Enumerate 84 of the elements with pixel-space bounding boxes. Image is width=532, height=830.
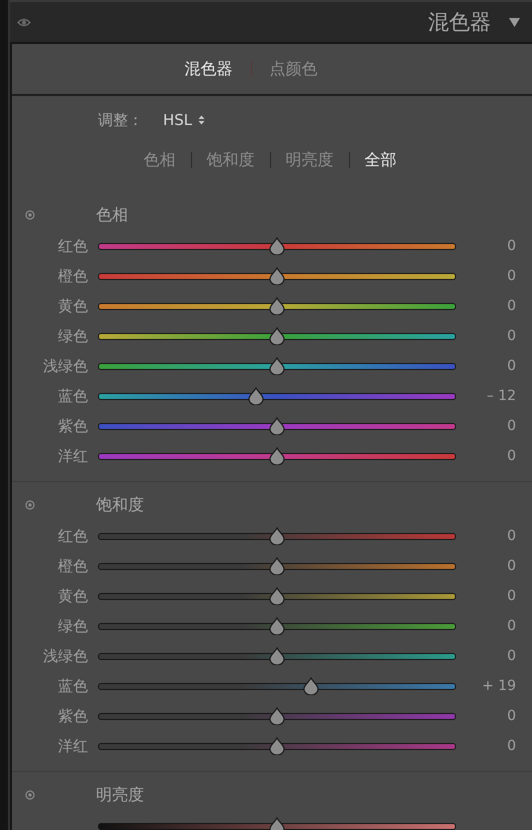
slider-thumb[interactable] [269,817,285,830]
slider-track[interactable] [98,362,456,370]
slider-value: 0 [507,448,516,464]
slider-value: 0 [507,268,516,284]
slider-value: – 12 [486,388,516,404]
slider-thumb[interactable] [269,647,285,665]
slider-thumb[interactable] [269,527,285,545]
slider-thumb[interactable] [269,417,285,435]
adjust-label: 调整： [98,110,143,130]
slider-track[interactable] [98,392,456,400]
slider-track[interactable] [98,422,456,430]
slider-thumb[interactable] [269,707,285,725]
slider-label: 黄色 [58,296,88,314]
slider-track[interactable] [98,742,456,750]
tab[interactable]: 明亮度 [286,150,334,170]
slider-track[interactable] [98,332,456,340]
slider-thumb[interactable] [269,617,285,635]
slider-value: 0 [507,558,516,574]
slider-thumb[interactable] [269,447,285,465]
slider-label: 浅绿色 [43,646,88,664]
tab[interactable]: 色相 [144,150,176,170]
slider-track[interactable] [98,712,456,720]
panel-title: 混色器 [428,9,491,36]
slider-track[interactable] [98,272,456,280]
slider-thumb[interactable] [269,587,285,605]
tab[interactable]: 点颜色 [270,58,318,80]
slider-label: 橙色 [58,266,88,284]
slider-label: 红色 [58,236,88,254]
slider-track[interactable] [98,682,456,690]
section-title: 饱和度 [96,494,144,516]
slider-label: 绿色 [58,326,88,344]
slider-thumb[interactable] [269,737,285,755]
slider-label: 浅绿色 [43,356,88,374]
slider-thumb[interactable] [269,237,285,255]
slider-value: 0 [507,648,516,664]
slider-value: 0 [507,328,516,344]
updown-icon [198,115,206,125]
slider-value: 0 [507,528,516,544]
slider-thumb[interactable] [269,267,285,285]
slider-label: 洋红 [58,736,88,754]
slider-value: 0 [507,418,516,434]
slider-thumb[interactable] [269,297,285,315]
slider-track[interactable] [98,242,456,250]
slider-label: 紫色 [58,416,88,434]
slider-thumb[interactable] [269,357,285,375]
slider-track[interactable] [98,562,456,570]
slider-label: 红色 [58,526,88,544]
slider-track[interactable] [98,532,456,540]
slider-thumb[interactable] [303,677,319,695]
slider-track[interactable] [98,592,456,600]
target-icon[interactable] [25,790,35,800]
collapse-triangle-icon[interactable] [509,18,520,26]
slider-value: 0 [507,738,516,754]
target-icon[interactable] [25,500,35,510]
slider-label: 洋红 [58,446,88,464]
section-title: 明亮度 [96,784,144,806]
slider-label: 绿色 [58,616,88,634]
tab[interactable]: 全部 [364,150,396,170]
slider-label: 橙色 [58,556,88,574]
slider-track[interactable] [98,652,456,660]
eye-icon[interactable] [17,18,31,26]
tab[interactable]: 饱和度 [206,150,254,170]
slider-label: 紫色 [58,706,88,724]
slider-label: 黄色 [58,586,88,604]
section-title: 色相 [96,204,128,226]
slider-thumb[interactable] [269,557,285,575]
slider-thumb[interactable] [269,327,285,345]
slider-value: + 19 [482,678,516,694]
slider-value: 0 [507,298,516,314]
slider-track[interactable] [98,452,456,460]
slider-track[interactable] [98,622,456,630]
slider-label: 蓝色 [58,676,88,694]
target-icon[interactable] [25,210,35,220]
slider-track[interactable] [98,302,456,310]
tab[interactable]: 混色器 [184,58,232,80]
slider-thumb[interactable] [248,387,264,405]
slider-value: 0 [507,238,516,254]
slider-label: 蓝色 [58,386,88,404]
slider-track[interactable] [98,822,456,830]
adjust-dropdown[interactable]: HSL [163,111,206,129]
slider-value: 0 [507,708,516,724]
slider-value: 0 [507,588,516,604]
slider-value: 0 [507,358,516,374]
slider-value: 0 [507,618,516,634]
